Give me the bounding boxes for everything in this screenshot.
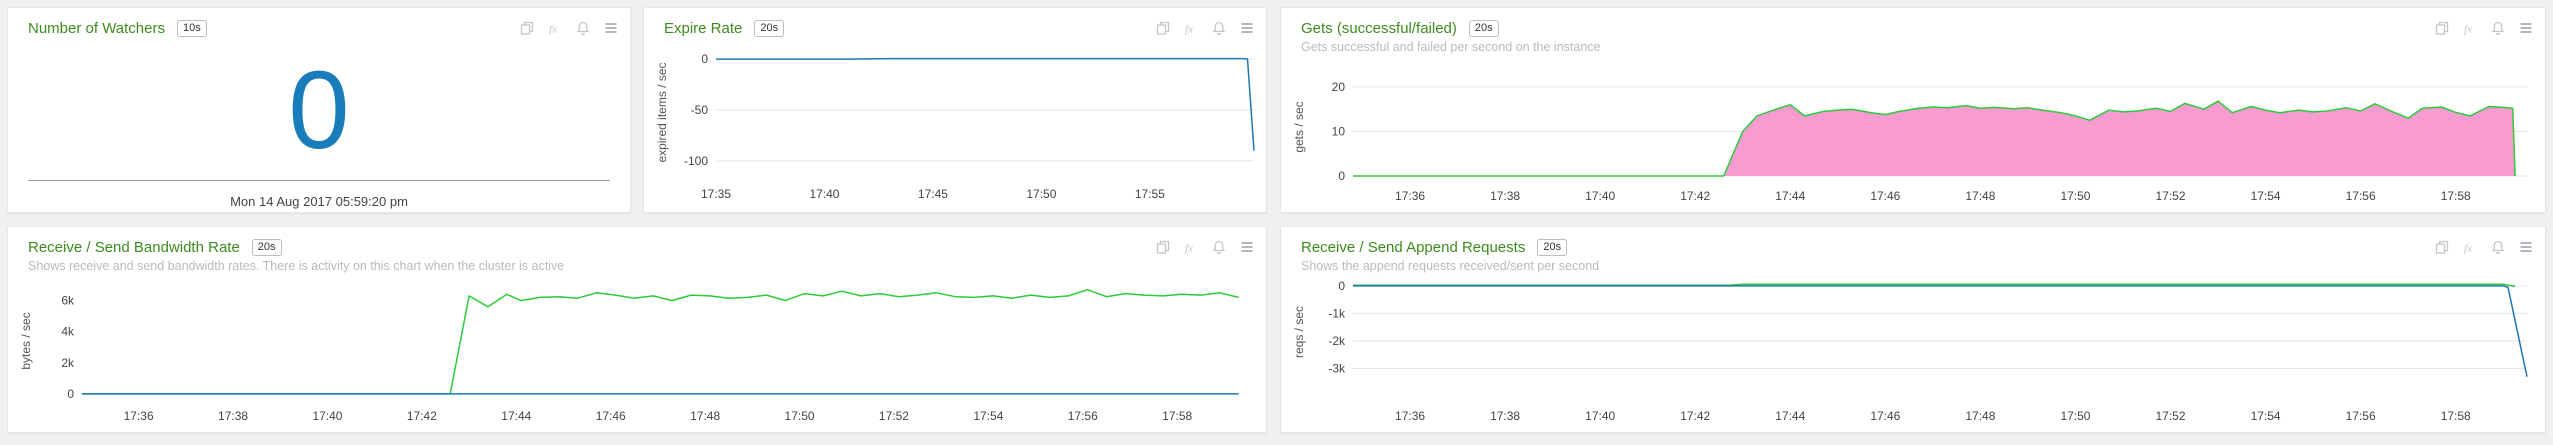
y-tick-label: 4k	[61, 325, 75, 339]
panel-expire-rate: Expire Rate 20s fx 0 -50 -100 17:35 17:40 17:4…	[643, 7, 1267, 213]
y-tick-label: -1k	[1328, 306, 1346, 320]
x-tick-label: 17:42	[407, 409, 437, 423]
series-area	[1353, 101, 2516, 176]
y-axis-label: bytes / sec	[19, 312, 33, 369]
x-tick-label: 17:38	[1490, 189, 1520, 203]
stat-divider	[28, 180, 610, 181]
x-tick-label: 17:55	[1135, 187, 1165, 201]
x-tick-label: 17:56	[1068, 409, 1098, 423]
panel-gets: Gets (successful/failed) 20s Gets success…	[1280, 7, 2546, 213]
svg-text:fx: fx	[549, 24, 557, 36]
x-tick-label: 17:54	[2251, 189, 2281, 203]
y-tick-label: 0	[67, 387, 74, 401]
x-tick-label: 17:52	[879, 409, 909, 423]
x-tick-label: 17:45	[918, 187, 948, 201]
x-tick-label: 17:40	[1585, 409, 1615, 423]
x-tick-label: 17:50	[2060, 189, 2090, 203]
y-tick-label: 10	[1332, 124, 1346, 138]
y-axis-label: gets / sec	[1292, 101, 1306, 152]
x-tick-label: 17:48	[1965, 189, 1995, 203]
x-tick-label: 17:48	[1965, 409, 1995, 423]
copy-icon[interactable]	[520, 21, 534, 35]
panel-number-of-watchers: Number of Watchers 10s fx 0 Mon 14 Aug 20…	[7, 7, 631, 213]
x-tick-label: 17:56	[2346, 189, 2376, 203]
y-tick-label: -2k	[1328, 334, 1346, 348]
x-tick-label: 17:58	[2441, 189, 2471, 203]
x-tick-label: 17:50	[1026, 187, 1056, 201]
x-tick-label: 17:40	[312, 409, 342, 423]
x-tick-label: 17:48	[690, 409, 720, 423]
series-line	[1353, 285, 2528, 377]
x-tick-label: 17:44	[1775, 409, 1805, 423]
x-tick-label: 17:42	[1680, 409, 1710, 423]
x-tick-label: 17:54	[2251, 409, 2281, 423]
panel-bandwidth-rate: Receive / Send Bandwidth Rate 20s Shows r…	[7, 226, 1267, 433]
panel-title-text[interactable]: Number of Watchers	[28, 20, 165, 37]
gets-chart[interactable]: 0 10 20 17:36 17:38 17:40 17:42 17:44 17:46 17:48…	[1281, 8, 2547, 214]
x-tick-label: 17:40	[1585, 189, 1615, 203]
interval-badge: 10s	[177, 20, 207, 37]
y-tick-label: 2k	[61, 356, 75, 370]
x-tick-label: 17:46	[1870, 189, 1900, 203]
x-tick-label: 17:50	[2060, 409, 2090, 423]
x-tick-label: 17:36	[124, 409, 154, 423]
y-tick-label: 0	[1338, 169, 1345, 183]
y-tick-label: 20	[1332, 80, 1346, 94]
x-tick-label: 17:46	[1870, 409, 1900, 423]
fx-icon[interactable]: fx	[548, 21, 562, 36]
x-tick-label: 17:50	[785, 409, 815, 423]
x-tick-label: 17:36	[1395, 409, 1425, 423]
y-tick-label: -100	[684, 154, 708, 168]
x-tick-label: 17:38	[1490, 409, 1520, 423]
x-tick-label: 17:40	[809, 187, 839, 201]
x-tick-label: 17:35	[701, 187, 731, 201]
y-tick-label: 6k	[61, 294, 75, 308]
series-line	[716, 57, 1255, 151]
append-requests-chart[interactable]: 0 -1k -2k -3k 17:36 17:38 17:40 17:42 17:44 17:46…	[1281, 227, 2547, 434]
x-tick-label: 17:36	[1395, 189, 1425, 203]
stat-value: 0	[288, 49, 350, 172]
x-tick-label: 17:42	[1680, 189, 1710, 203]
y-axis-label: expired items / sec	[655, 62, 669, 162]
x-tick-label: 17:46	[596, 409, 626, 423]
x-tick-label: 17:38	[218, 409, 248, 423]
expire-rate-chart[interactable]: 0 -50 -100 17:35 17:40 17:45 17:50 17:55 expired…	[644, 8, 1268, 214]
menu-icon[interactable]	[604, 21, 618, 35]
x-tick-label: 17:56	[2346, 409, 2376, 423]
x-tick-label: 17:58	[2441, 409, 2471, 423]
y-tick-label: 0	[701, 52, 708, 66]
bell-icon[interactable]	[576, 21, 590, 35]
x-tick-label: 17:52	[2156, 189, 2186, 203]
x-tick-label: 17:44	[1775, 189, 1805, 203]
stat-timestamp: Mon 14 Aug 2017 05:59:20 pm	[230, 194, 408, 209]
x-tick-label: 17:52	[2156, 409, 2186, 423]
panel-title[interactable]: Number of Watchers 10s	[28, 20, 207, 37]
bandwidth-chart[interactable]: 0 2k 4k 6k 17:36 17:38 17:40 17:42 17:44 17:46 17:…	[8, 227, 1268, 434]
x-tick-label: 17:58	[1162, 409, 1192, 423]
y-tick-label: 0	[1338, 279, 1345, 293]
y-axis-label: reqs / sec	[1292, 306, 1306, 358]
y-tick-label: -50	[691, 103, 709, 117]
x-tick-label: 17:44	[501, 409, 531, 423]
panel-actions: fx	[520, 21, 618, 35]
x-tick-label: 17:54	[973, 409, 1003, 423]
y-tick-label: -3k	[1328, 361, 1346, 375]
series-line	[82, 288, 1239, 395]
panel-append-requests: Receive / Send Append Requests 20s Shows …	[1280, 226, 2546, 433]
